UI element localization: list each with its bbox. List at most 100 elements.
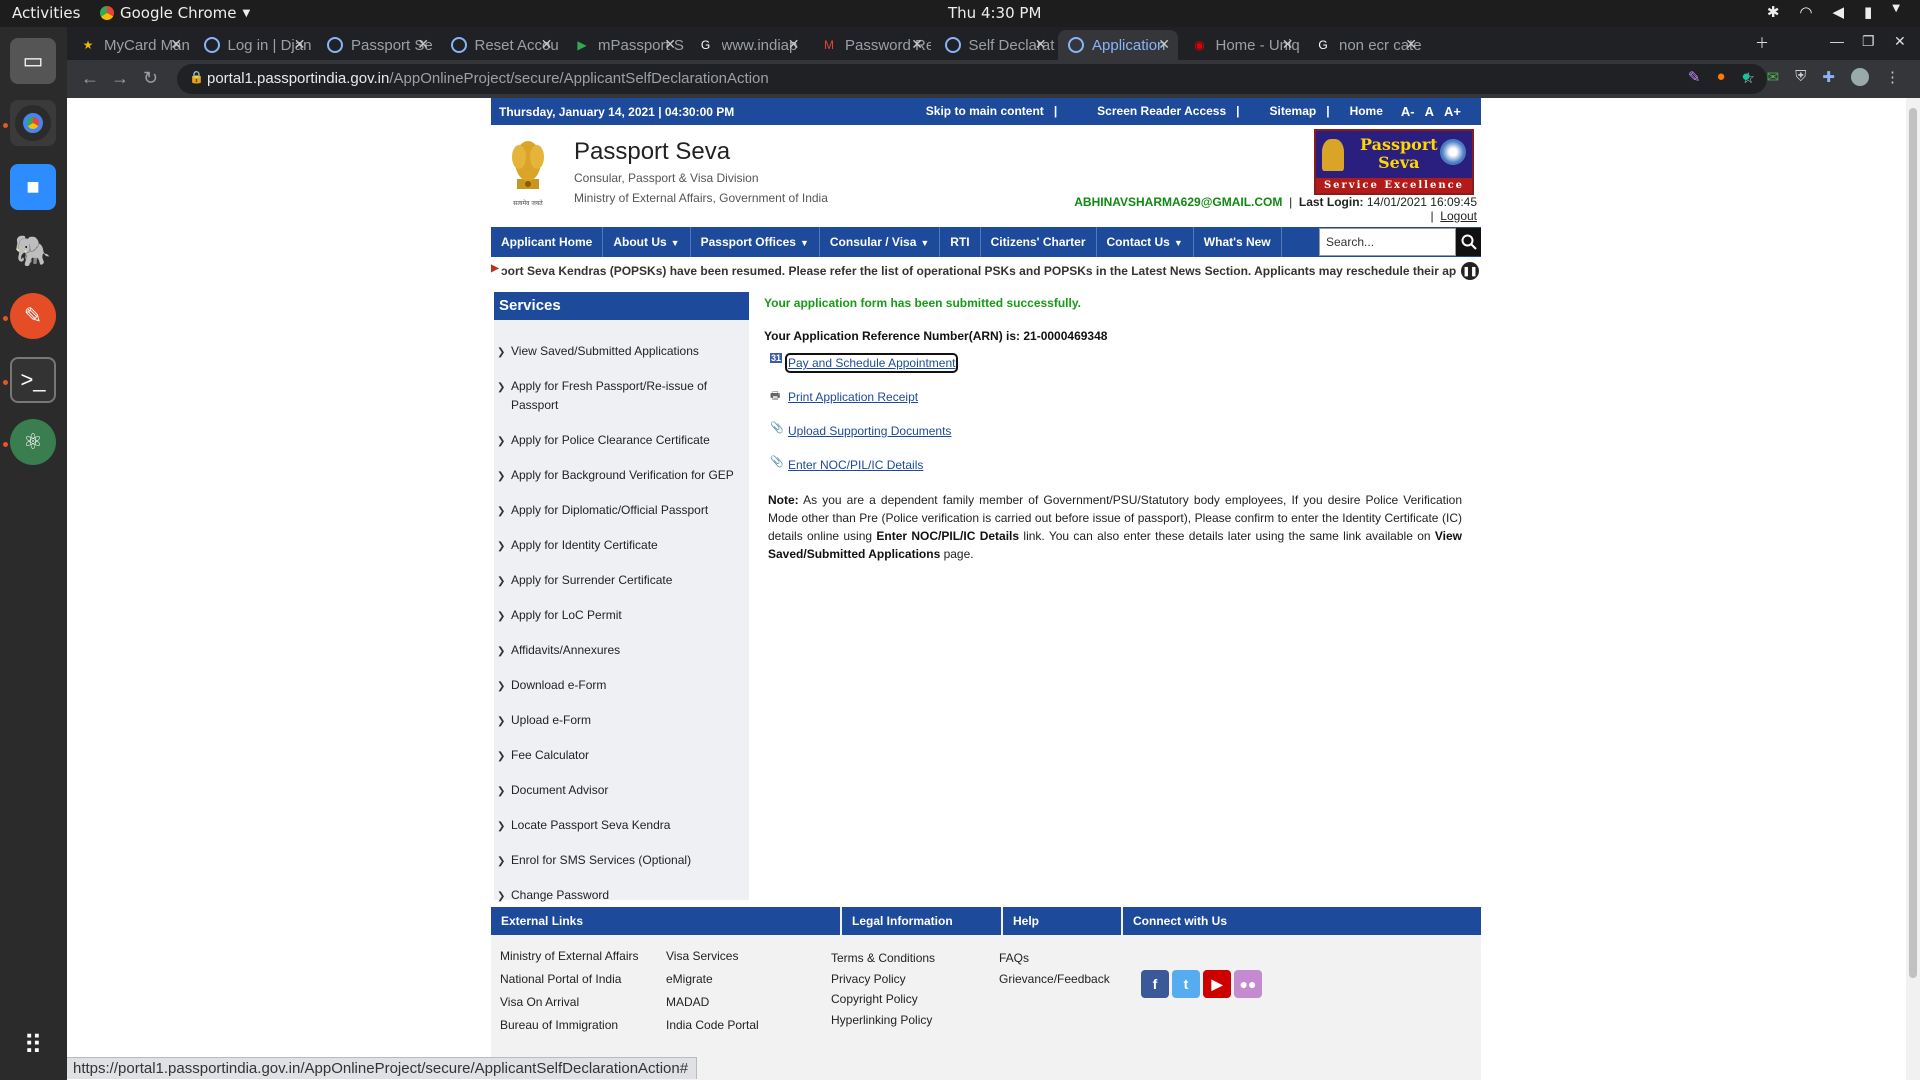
screen-reader-link[interactable]: Screen Reader Access	[1097, 104, 1226, 119]
footer-link[interactable]: FAQs	[999, 951, 1029, 965]
service-link[interactable]: ❯ Apply for Background Verification for G…	[494, 457, 749, 492]
page-scrollbar[interactable]	[1906, 98, 1920, 1080]
browser-tab[interactable]: Passport Se ✕	[317, 30, 437, 60]
menu-item-citizens-charter[interactable]: Citizens' Charter	[981, 227, 1097, 257]
youtube-icon[interactable]: ▶	[1203, 970, 1231, 998]
new-tab-button[interactable]: ＋	[1755, 33, 1769, 53]
maximize-button[interactable]: ❐	[1862, 33, 1875, 50]
back-icon[interactable]: ←	[81, 68, 99, 89]
reload-icon[interactable]: ↻	[143, 68, 158, 89]
footer-link[interactable]: MADAD	[666, 995, 709, 1009]
battery-icon[interactable]: ▮	[1864, 3, 1872, 21]
footer-link[interactable]: India Code Portal	[666, 1018, 759, 1032]
footer-link[interactable]: Ministry of External Affairs	[500, 949, 639, 963]
browser-tab[interactable]: Gnon ecr cate ✕	[1305, 30, 1425, 60]
print-receipt-link[interactable]: Print Application Receipt	[788, 390, 918, 404]
service-link[interactable]: ❯ Apply for Surrender Certificate	[494, 562, 749, 597]
menu-item-what-s-new[interactable]: What's New	[1194, 227, 1282, 257]
scrollbar-thumb[interactable]	[1909, 108, 1917, 978]
tab-close-icon[interactable]: ✕	[170, 36, 182, 53]
pay-schedule-link[interactable]: Pay and Schedule Appointment	[784, 353, 959, 373]
footer-link[interactable]: eMigrate	[666, 972, 713, 986]
service-link[interactable]: ❯ Apply for LoC Permit	[494, 597, 749, 632]
clock[interactable]: Thu 4:30 PM	[948, 4, 1041, 22]
tab-close-icon[interactable]: ✕	[664, 36, 676, 53]
upload-documents-link[interactable]: Upload Supporting Documents	[788, 424, 951, 438]
tab-close-icon[interactable]: ✕	[294, 36, 306, 53]
slack-icon[interactable]: ✱	[1767, 3, 1780, 21]
tab-close-icon[interactable]: ✕	[1282, 36, 1294, 53]
app-menu[interactable]: Google Chrome ▼	[100, 4, 250, 22]
service-link[interactable]: ❯ Apply for Diplomatic/Official Passport	[494, 492, 749, 527]
font-normal-button[interactable]: A	[1425, 104, 1434, 119]
footer-link[interactable]: Bureau of Immigration	[500, 1018, 618, 1032]
pause-icon[interactable]: ❚❚	[1461, 262, 1479, 280]
activities-button[interactable]: Activities	[12, 4, 80, 22]
service-link[interactable]: ❯ Affidavits/Annexures	[494, 632, 749, 667]
skip-to-main-link[interactable]: Skip to main content	[926, 104, 1044, 119]
tab-close-icon[interactable]: ✕	[541, 36, 553, 53]
browser-tab[interactable]: Reset Accou ✕	[441, 30, 561, 60]
browser-tab[interactable]: ◉ Home - Uniq ✕	[1182, 30, 1302, 60]
footer-link[interactable]: Copyright Policy	[831, 992, 918, 1006]
font-increase-button[interactable]: A+	[1444, 104, 1461, 119]
volume-icon[interactable]: ◀	[1832, 3, 1844, 21]
forward-icon[interactable]: →	[111, 68, 129, 89]
browser-tab[interactable]: ★ MyCard Man ✕	[70, 30, 190, 60]
ticker-text[interactable]: ɔort Seva Kendras (POPSKs) have been res…	[501, 264, 1456, 278]
home-link[interactable]: Home	[1350, 104, 1383, 119]
menu-item-passport-offices[interactable]: Passport Offices ▼	[691, 227, 820, 257]
files-icon[interactable]: ▭	[10, 38, 56, 84]
footer-link[interactable]: Visa On Arrival	[500, 995, 579, 1009]
atom-icon[interactable]: ⚛	[10, 419, 56, 465]
chevron-down-icon[interactable]: ▼	[1892, 3, 1900, 21]
search-input[interactable]: Search...	[1319, 228, 1456, 256]
shield-extension-icon[interactable]: ⛨	[1795, 68, 1806, 86]
browser-tab[interactable]: Application ✕	[1058, 30, 1178, 60]
service-link[interactable]: ❯ Apply for Police Clearance Certificate	[494, 422, 749, 457]
address-bar[interactable]: 🔒 portal1.passportindia.gov.in/AppOnline…	[177, 64, 1767, 94]
menu-dots-icon[interactable]: ⋮	[1885, 68, 1900, 86]
service-link[interactable]: ❯ Apply for Fresh Passport/Re-issue of Pa…	[494, 368, 749, 422]
profile-avatar[interactable]	[1851, 68, 1869, 86]
grammarly-extension-icon[interactable]: ●	[1742, 68, 1751, 86]
menu-item-rti[interactable]: RTI	[940, 227, 981, 257]
service-link[interactable]: ❯ Fee Calculator	[494, 737, 749, 772]
tab-close-icon[interactable]: ✕	[417, 36, 429, 53]
footer-link[interactable]: Privacy Policy	[831, 972, 906, 986]
minimize-button[interactable]: —	[1830, 33, 1844, 49]
lock-icon[interactable]: 🔒	[189, 70, 204, 84]
tab-close-icon[interactable]: ✕	[1158, 36, 1170, 53]
service-link[interactable]: ❯ View Saved/Submitted Applications	[494, 333, 749, 368]
font-decrease-button[interactable]: A-	[1401, 104, 1415, 119]
menu-item-consular-visa[interactable]: Consular / Visa ▼	[820, 227, 941, 257]
tab-close-icon[interactable]: ✕	[1035, 36, 1047, 53]
search-button[interactable]	[1456, 228, 1481, 256]
menu-item-about-us[interactable]: About Us ▼	[603, 227, 691, 257]
terminal-icon[interactable]: >_	[10, 357, 56, 403]
footer-link[interactable]: Grievance/Feedback	[999, 972, 1110, 986]
footer-link[interactable]: National Portal of India	[500, 972, 621, 986]
mail-extension-icon[interactable]: ✉	[1767, 68, 1780, 86]
browser-tab[interactable]: Gwww.indiap ✕	[688, 30, 808, 60]
zoom-icon[interactable]: ■	[10, 164, 56, 210]
service-link[interactable]: ❯ Locate Passport Seva Kendra	[494, 807, 749, 842]
sitemap-link[interactable]: Sitemap	[1270, 104, 1317, 119]
flickr-icon[interactable]: ●●	[1234, 970, 1262, 998]
wifi-icon[interactable]: ◠	[1799, 3, 1812, 21]
close-window-button[interactable]: ✕	[1894, 33, 1906, 50]
service-link[interactable]: ❯ Enrol for SMS Services (Optional)	[494, 842, 749, 877]
enter-noc-link[interactable]: Enter NOC/PIL/IC Details	[788, 458, 923, 472]
pen-extension-icon[interactable]: ✎	[1688, 68, 1701, 86]
footer-link[interactable]: Terms & Conditions	[831, 951, 935, 965]
browser-tab[interactable]: Self Declarat ✕	[935, 30, 1055, 60]
service-link[interactable]: ❯ Download e-Form	[494, 667, 749, 702]
footer-link[interactable]: Visa Services	[666, 949, 738, 963]
facebook-icon[interactable]: f	[1141, 970, 1169, 998]
tab-close-icon[interactable]: ✕	[788, 36, 800, 53]
postgres-icon[interactable]: 🐘	[10, 228, 56, 274]
chrome-dock-icon[interactable]	[10, 100, 56, 146]
browser-tab[interactable]: ▶ mPassport S ✕	[564, 30, 684, 60]
logout-link[interactable]: Logout	[1440, 209, 1477, 223]
twitter-icon[interactable]: t	[1172, 970, 1200, 998]
